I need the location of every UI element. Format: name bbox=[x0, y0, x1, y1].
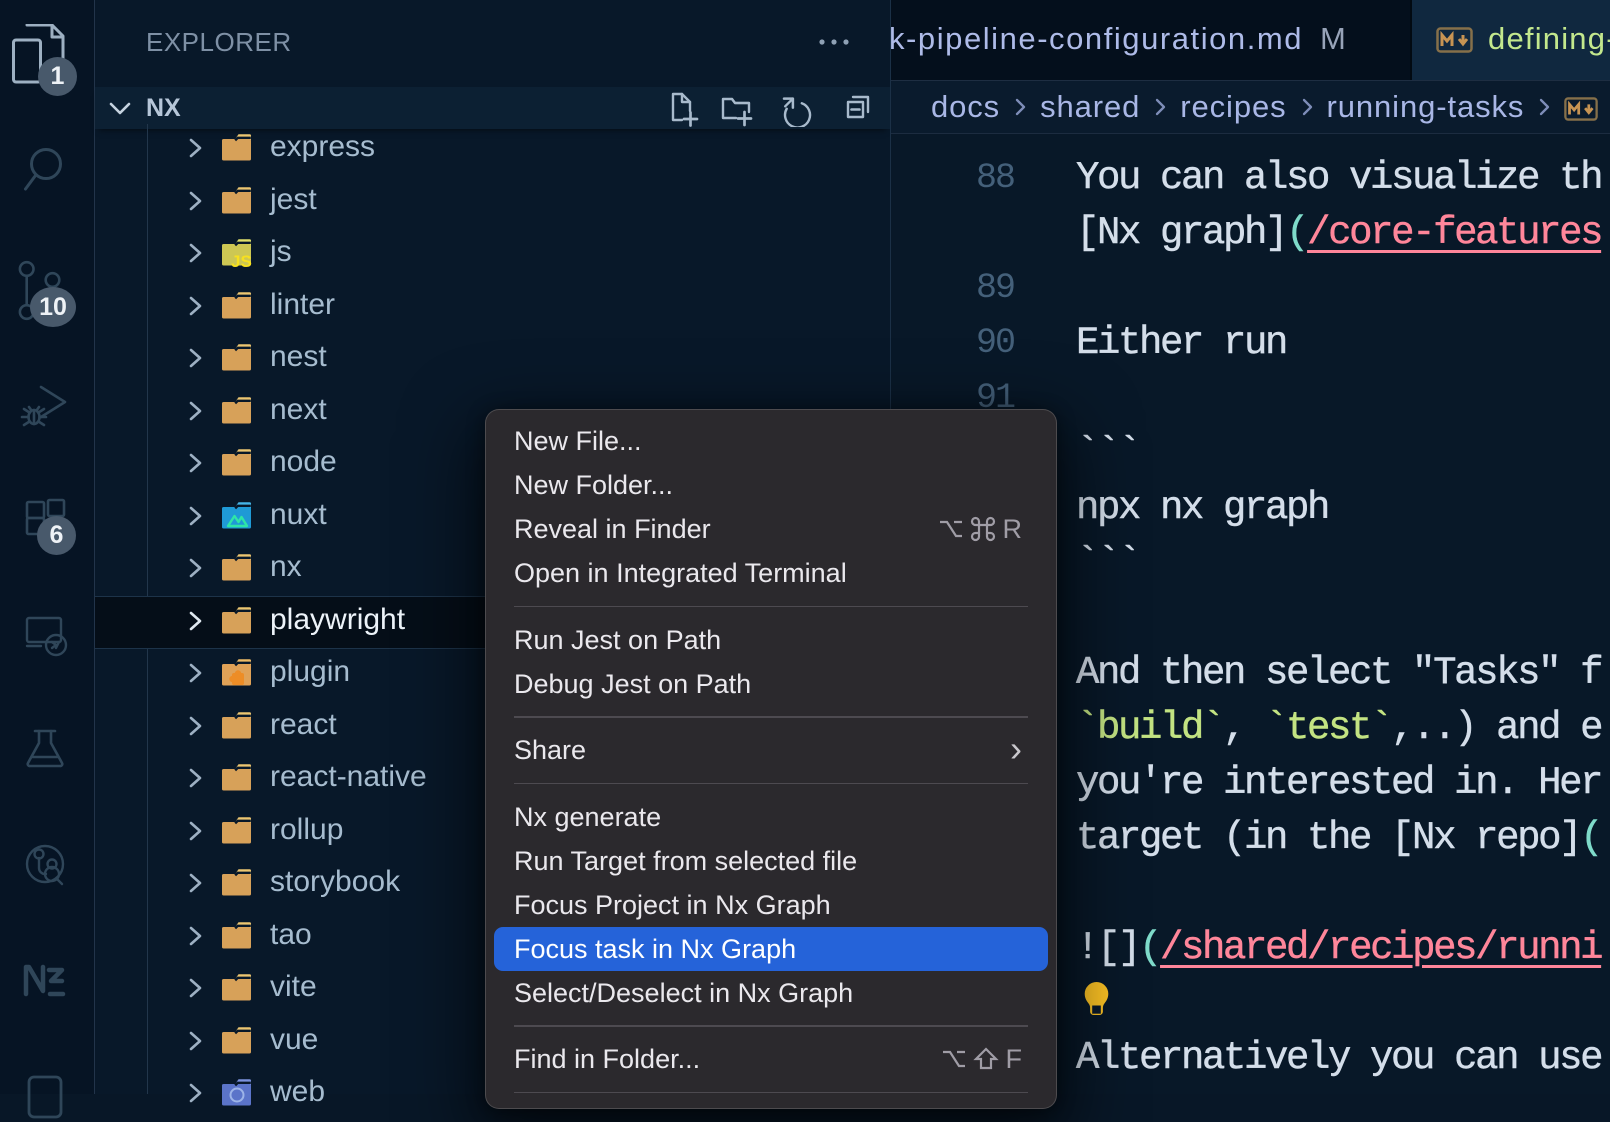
svg-text:JS: JS bbox=[231, 252, 252, 268]
